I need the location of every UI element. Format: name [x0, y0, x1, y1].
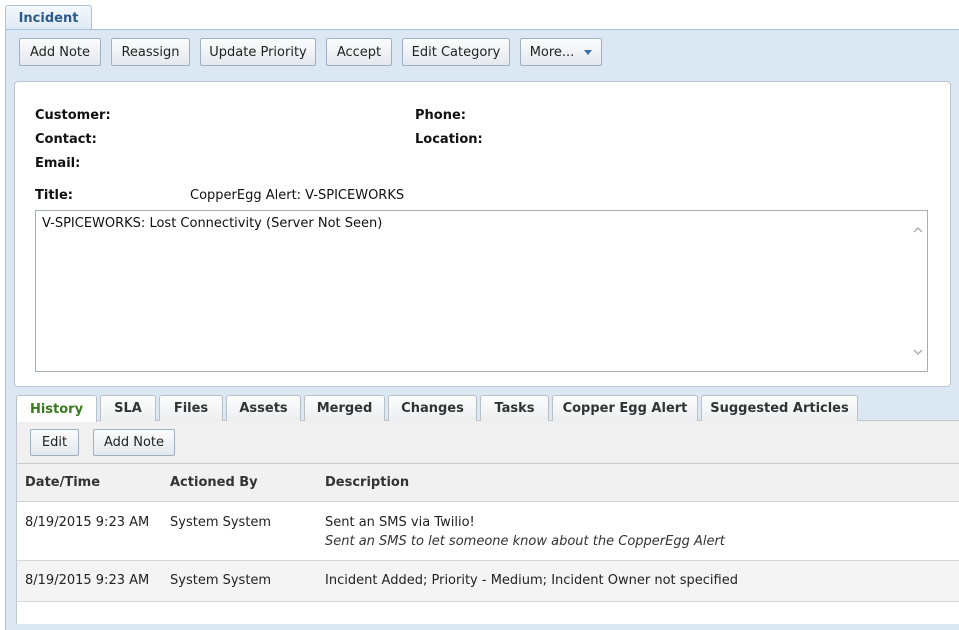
column-header-description[interactable]: Description [325, 475, 409, 490]
table-header: Date/Time Actioned By Description [17, 464, 959, 502]
accept-button[interactable]: Accept [326, 38, 392, 66]
row-actioned-by: System System [170, 573, 272, 588]
title-label: Title: [35, 188, 74, 203]
description-text: V-SPICEWORKS: Lost Connectivity (Server … [42, 216, 383, 231]
customer-label: Customer: [35, 108, 111, 123]
row-actioned-by: System System [170, 515, 272, 530]
caret-down-icon [584, 49, 593, 55]
phone-label: Phone: [415, 108, 466, 123]
edit-category-button[interactable]: Edit Category [402, 38, 510, 66]
row-detail: Sent an SMS to let someone know about th… [325, 534, 725, 549]
tab-assets[interactable]: Assets [226, 395, 301, 421]
tab-suggested-articles[interactable]: Suggested Articles [701, 395, 858, 421]
column-header-actioned-by[interactable]: Actioned By [170, 475, 258, 490]
update-priority-button[interactable]: Update Priority [200, 38, 316, 66]
row-datetime: 8/19/2015 9:23 AM [25, 573, 150, 588]
tab-sla[interactable]: SLA [100, 395, 156, 421]
row-description: Sent an SMS via Twilio! [325, 515, 475, 530]
column-header-datetime[interactable]: Date/Time [25, 475, 100, 490]
row-datetime: 8/19/2015 9:23 AM [25, 515, 150, 530]
history-add-note-button[interactable]: Add Note [93, 429, 175, 456]
tab-copper-egg-alert[interactable]: Copper Egg Alert [552, 395, 698, 421]
title-value: CopperEgg Alert: V-SPICEWORKS [190, 188, 405, 203]
description-textarea[interactable]: V-SPICEWORKS: Lost Connectivity (Server … [35, 210, 928, 372]
contact-label: Contact: [35, 132, 97, 147]
table-row[interactable]: 8/19/2015 9:23 AM System System Sent an … [17, 502, 959, 561]
history-table: Date/Time Actioned By Description 8/19/2… [16, 463, 959, 624]
more-dropdown-button[interactable]: More... [520, 38, 602, 66]
location-label: Location: [415, 132, 483, 147]
scroll-down-icon[interactable] [913, 347, 923, 357]
more-label: More... [529, 44, 575, 60]
row-description: Incident Added; Priority - Medium; Incid… [325, 573, 738, 588]
reassign-button[interactable]: Reassign [111, 38, 190, 66]
table-row[interactable]: 8/19/2015 9:23 AM System System Incident… [17, 561, 959, 602]
add-note-button[interactable]: Add Note [19, 38, 101, 66]
tab-changes[interactable]: Changes [388, 395, 477, 421]
incident-tab[interactable]: Incident [5, 5, 92, 30]
tab-merged[interactable]: Merged [304, 395, 385, 421]
tab-history[interactable]: History [16, 395, 97, 422]
edit-button[interactable]: Edit [30, 429, 79, 456]
tab-tasks[interactable]: Tasks [480, 395, 549, 421]
tab-files[interactable]: Files [159, 395, 223, 421]
email-label: Email: [35, 156, 81, 171]
scroll-up-icon[interactable] [913, 225, 923, 235]
